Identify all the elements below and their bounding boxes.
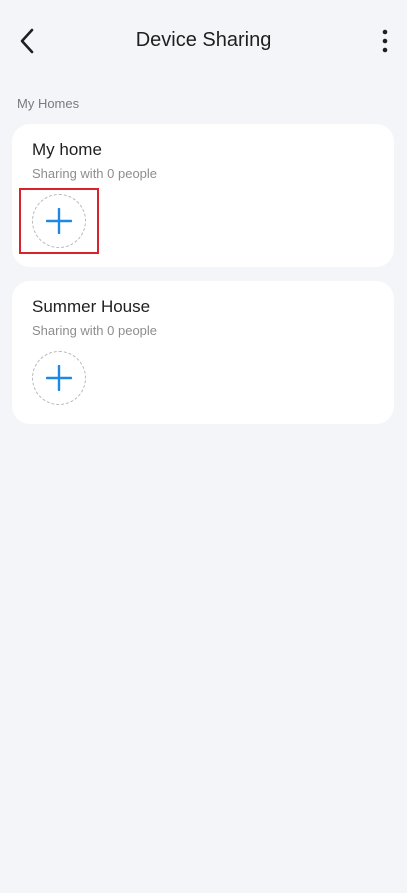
home-card-summer-house[interactable]: Summer House Sharing with 0 people — [12, 281, 394, 424]
add-member-button[interactable] — [32, 351, 86, 405]
page-title: Device Sharing — [135, 29, 272, 51]
home-card-my-home[interactable]: My home Sharing with 0 people — [12, 124, 394, 267]
section-label-my-homes: My Homes — [17, 96, 80, 111]
add-member-wrap — [19, 345, 99, 411]
add-member-highlight — [19, 188, 99, 254]
more-vertical-icon — [382, 29, 388, 53]
home-name: My home — [32, 140, 102, 159]
plus-icon — [46, 208, 72, 234]
sharing-status: Sharing with 0 people — [32, 166, 158, 181]
sharing-status: Sharing with 0 people — [32, 323, 158, 338]
more-options-button[interactable] — [370, 24, 400, 58]
home-name: Summer House — [32, 297, 151, 316]
add-member-button[interactable] — [32, 194, 86, 248]
top-bar: Device Sharing — [0, 0, 407, 82]
plus-icon — [46, 365, 72, 391]
